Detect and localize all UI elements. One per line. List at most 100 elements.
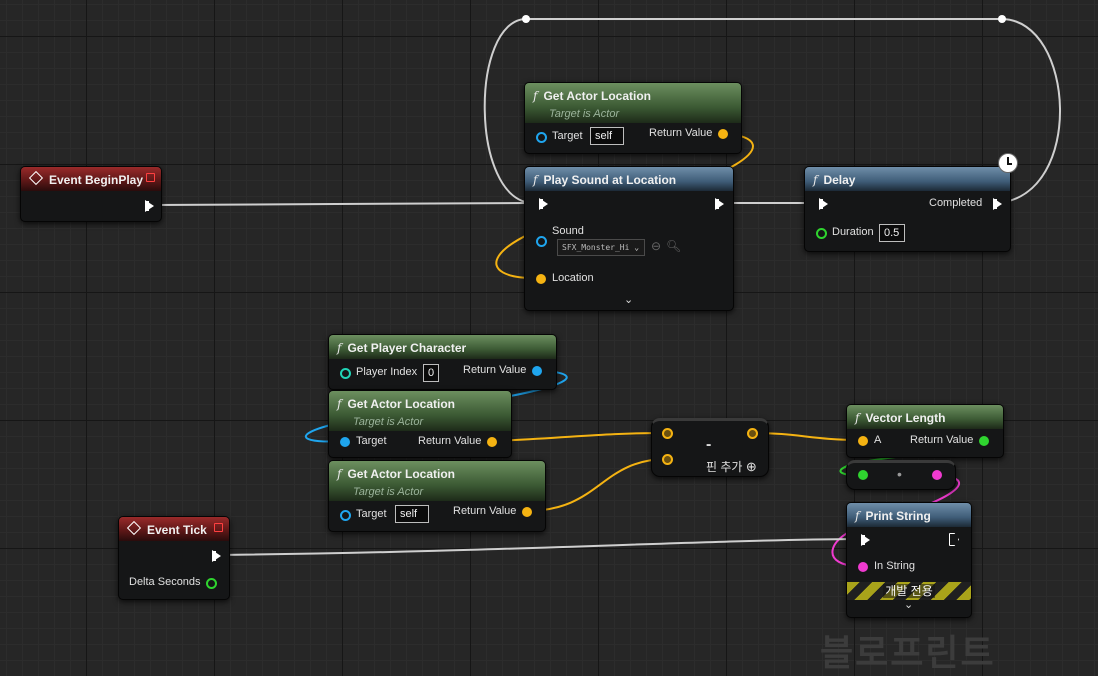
delegate-pin-icon[interactable] <box>146 173 155 182</box>
return-value-label: Return Value <box>910 434 974 446</box>
return-value-pin[interactable] <box>979 436 989 446</box>
exec-wire-tick-print <box>217 538 859 556</box>
expand-chevron-icon[interactable]: ⌄ <box>904 598 913 611</box>
reroute-node-right[interactable] <box>998 15 1006 23</box>
subtract-a-pin[interactable] <box>662 428 673 439</box>
node-subtitle: Target is Actor <box>353 486 424 498</box>
node-title: Event Tick <box>147 523 207 537</box>
vector-wire-sub-b <box>525 458 667 512</box>
browse-asset-icon[interactable]: 🔍︎ <box>666 239 681 253</box>
delay-node[interactable]: f Delay Completed Duration 0.5 <box>804 153 1018 252</box>
function-icon: f <box>813 173 818 187</box>
player-index-pin[interactable] <box>340 368 351 379</box>
target-pin[interactable] <box>340 437 350 447</box>
add-pin-button[interactable]: 핀 추가 ⊕ <box>706 458 757 475</box>
exec-out-pin[interactable] <box>212 550 221 562</box>
location-label: Location <box>552 272 594 284</box>
conversion-out-pin[interactable] <box>932 470 942 480</box>
node-header: Event BeginPlay <box>21 167 161 191</box>
duration-field[interactable]: 0.5 <box>879 224 905 242</box>
exec-out-pin[interactable] <box>715 198 724 210</box>
node-subtitle: Target is Actor <box>549 108 620 120</box>
node-header: f Get Actor Location Target is Actor <box>329 391 511 431</box>
development-only-label: 개발 전용 <box>883 584 935 598</box>
return-value-pin[interactable] <box>532 366 542 376</box>
subtract-b-pin[interactable] <box>662 454 673 465</box>
node-subtitle: Target is Actor <box>353 416 424 428</box>
function-icon: f <box>533 173 538 187</box>
target-pin[interactable] <box>340 510 351 521</box>
in-string-label: In String <box>874 560 915 572</box>
return-value-pin[interactable] <box>522 507 532 517</box>
delta-seconds-label: Delta Seconds <box>129 576 201 588</box>
sound-label: Sound <box>552 225 584 237</box>
player-index-label: Player Index <box>356 366 418 378</box>
function-icon: f <box>855 509 860 523</box>
node-title: Print String <box>865 509 931 523</box>
node-header: f Play Sound at Location <box>525 167 733 191</box>
exec-in-pin[interactable] <box>539 198 548 210</box>
add-pin-label: 핀 추가 <box>706 460 743 474</box>
node-title: Get Actor Location <box>543 89 652 103</box>
duration-pin[interactable] <box>816 228 827 239</box>
vector-wire-sub-a <box>491 432 667 442</box>
subtract-out-pin[interactable] <box>747 428 758 439</box>
return-value-pin[interactable] <box>718 129 728 139</box>
completed-exec-pin[interactable] <box>993 198 1002 210</box>
target-self-field[interactable]: self <box>590 127 624 145</box>
print-string-node[interactable]: f Print String In String 개발 전용 ⌄ <box>846 502 972 618</box>
expand-chevron-icon[interactable]: ⌄ <box>624 293 633 306</box>
return-value-label: Return Value <box>463 364 527 376</box>
event-beginplay-node[interactable]: Event BeginPlay <box>20 166 162 222</box>
return-value-label: Return Value <box>649 127 713 139</box>
use-selected-asset-icon[interactable]: ⊖ <box>651 239 661 253</box>
vector-subtract-node[interactable]: - 핀 추가 ⊕ <box>651 418 769 477</box>
chevron-down-icon: ⌄ <box>634 243 640 252</box>
exec-out-pin[interactable] <box>949 533 959 546</box>
node-title: Get Actor Location <box>347 397 456 411</box>
get-actor-location-node-3[interactable]: f Get Actor Location Target is Actor Targ… <box>328 460 546 532</box>
node-title: Get Player Character <box>347 341 467 355</box>
reroute-node-left[interactable] <box>522 15 530 23</box>
node-title: Delay <box>823 173 856 187</box>
exec-in-pin[interactable] <box>861 534 870 546</box>
node-header: f Get Actor Location Target is Actor <box>329 461 545 501</box>
node-header: f Vector Length <box>847 405 1003 429</box>
node-header: Event Tick <box>119 517 229 541</box>
float-to-string-conversion-node[interactable]: • <box>846 460 956 490</box>
event-tick-node[interactable]: Event Tick Delta Seconds <box>118 516 230 600</box>
exec-in-pin[interactable] <box>819 198 828 210</box>
return-value-label: Return Value <box>418 435 482 447</box>
node-header: f Get Player Character <box>329 335 556 359</box>
target-self-field[interactable]: self <box>395 505 429 523</box>
node-title: Vector Length <box>865 411 946 425</box>
get-actor-location-node-2[interactable]: f Get Actor Location Target is Actor Targ… <box>328 390 512 458</box>
sound-asset-dropdown[interactable]: SFX_Monster_Hi ⌄ <box>557 239 645 256</box>
player-index-field[interactable]: 0 <box>423 364 439 382</box>
node-header: f Get Actor Location Target is Actor <box>525 83 741 123</box>
delta-seconds-pin[interactable] <box>206 578 217 589</box>
a-pin[interactable] <box>858 436 868 446</box>
get-actor-location-node[interactable]: f Get Actor Location Target is Actor Targ… <box>524 82 742 154</box>
conversion-dot: • <box>897 466 902 482</box>
return-value-pin[interactable] <box>487 437 497 447</box>
function-icon: f <box>337 467 342 481</box>
event-diamond-icon <box>28 170 44 186</box>
conversion-in-pin[interactable] <box>858 470 868 480</box>
exec-out-pin[interactable] <box>145 200 154 212</box>
get-player-character-node[interactable]: f Get Player Character Player Index 0 Ret… <box>328 334 557 390</box>
location-pin[interactable] <box>536 274 546 284</box>
play-sound-at-location-node[interactable]: f Play Sound at Location Sound SFX_Monste… <box>524 166 734 311</box>
completed-label: Completed <box>929 197 983 209</box>
in-string-pin[interactable] <box>858 562 868 572</box>
sound-asset-value: SFX_Monster_Hi <box>562 243 630 252</box>
function-icon: f <box>337 341 342 355</box>
sound-pin[interactable] <box>536 236 547 247</box>
return-value-label: Return Value <box>453 505 517 517</box>
vector-length-node[interactable]: f Vector Length A Return Value <box>846 404 1004 458</box>
target-pin[interactable] <box>536 132 547 143</box>
a-label: A <box>874 434 882 446</box>
delegate-pin-icon[interactable] <box>214 523 223 532</box>
function-icon: f <box>533 89 538 103</box>
latent-clock-icon <box>998 153 1018 173</box>
